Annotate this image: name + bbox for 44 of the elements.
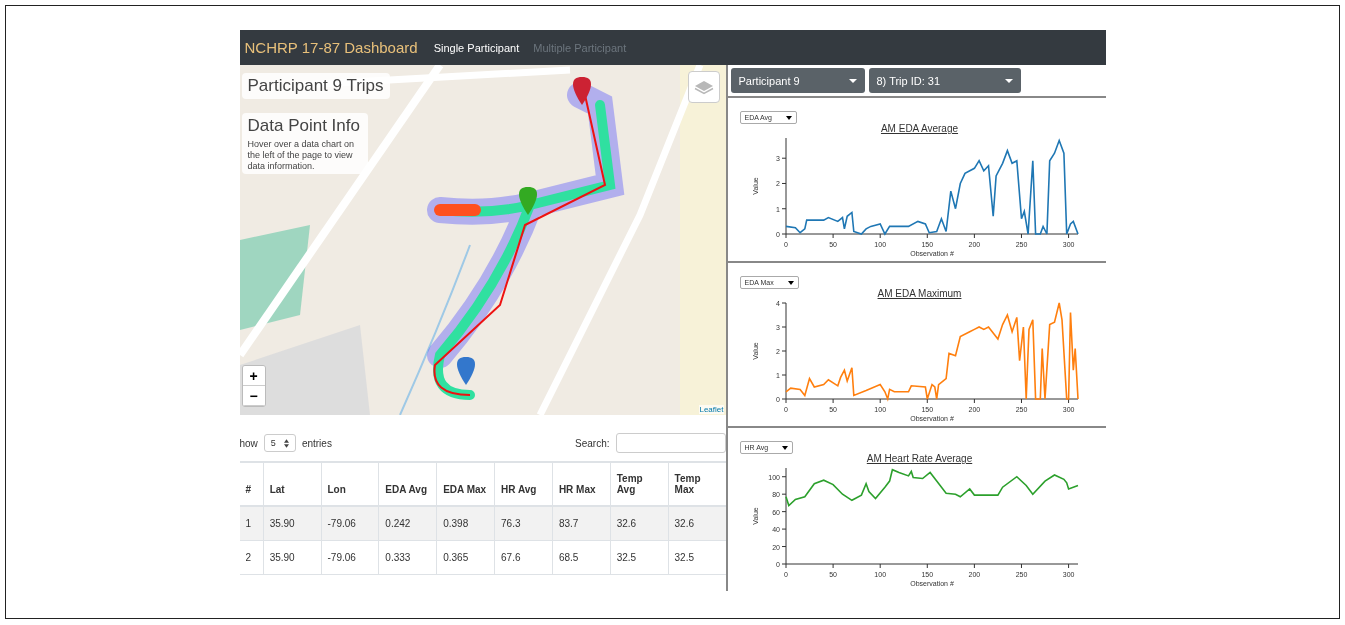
zoom-in-button[interactable]: + [242,366,265,386]
table-cell: 32.5 [610,540,669,575]
caret-icon [848,78,857,83]
table-cell: 0.365 [436,540,495,575]
length-label: how [239,437,258,449]
chart-title: AM EDA Maximum [876,288,963,299]
search-field[interactable] [615,433,726,453]
search-label: Search: [575,437,610,449]
layers-button[interactable] [687,71,720,103]
chart-title: AM Heart Rate Average [865,453,974,464]
brand-title[interactable]: NCHRP 17-87 Dashboard [244,39,418,56]
table-cell: 0.242 [378,506,437,541]
dropdown[interactable]: 8) Trip ID: 31 [868,68,1021,93]
table-cell: 2 [239,540,264,575]
entries-select[interactable]: 5 [263,434,296,452]
table-cell: 0.398 [436,506,495,541]
chart-title: AM EDA Average [879,123,960,134]
nav-link[interactable]: Single Participant [433,41,520,54]
table-cell: -79.06 [321,540,379,575]
caret-icon [1004,78,1013,83]
caret-icon [787,280,794,285]
attribution-link[interactable]: Leaflet [699,405,724,414]
table-cell: 83.7 [552,506,611,541]
table-cell: 32.5 [668,540,726,575]
table-cell: 67.6 [494,540,553,575]
info-heading: Data Point Info [247,116,361,136]
map-title: Participant 9 Trips [241,73,390,99]
layers-icon [693,79,714,95]
caret-icon [782,445,789,450]
table-cell: 35.90 [263,506,321,541]
caret-icon [786,115,792,120]
zoom-out-button[interactable]: − [242,386,265,406]
table-cell: 35.90 [263,540,321,575]
table-cell: 32.6 [610,506,669,541]
table-cell: 0.333 [378,540,437,575]
table-cell: 68.5 [552,540,611,575]
table-cell: 32.6 [668,506,726,541]
info-text: Hover over a data chart on the left of the page to view data information. [247,139,356,172]
dropdown[interactable]: Participant 9 [730,68,865,93]
table-cell: 1 [239,506,264,541]
table-cell: 76.3 [494,506,553,541]
length-label: entries [301,437,332,449]
sort-icon [283,438,289,448]
table-cell: -79.06 [321,506,379,541]
